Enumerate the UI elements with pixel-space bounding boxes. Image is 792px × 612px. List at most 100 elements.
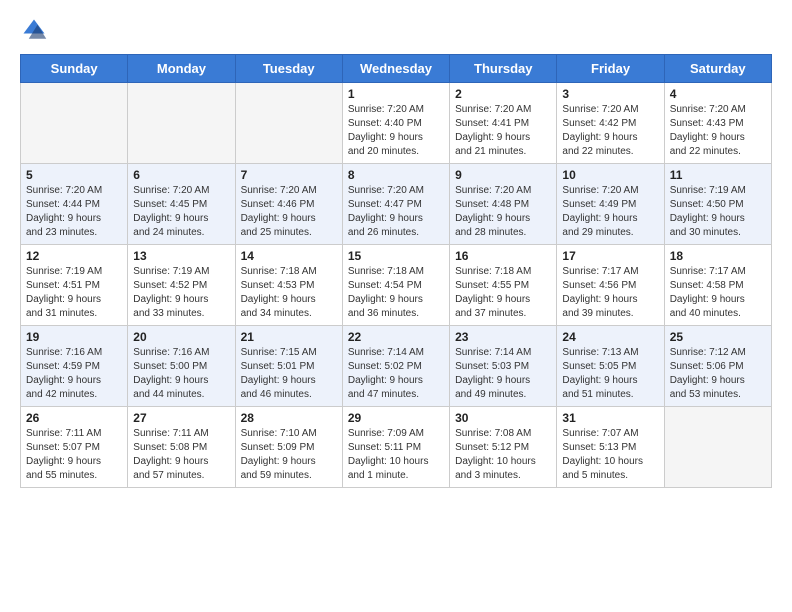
calendar-day-cell: 30 Sunrise: 7:08 AMSunset: 5:12 PMDayligh… xyxy=(450,407,557,488)
day-info: Sunrise: 7:20 AMSunset: 4:47 PMDaylight:… xyxy=(348,184,444,240)
day-info: Sunrise: 7:16 AMSunset: 4:59 PMDaylight:… xyxy=(26,346,122,402)
day-info: Sunrise: 7:20 AMSunset: 4:48 PMDaylight:… xyxy=(455,184,551,240)
calendar-day-cell: 9 Sunrise: 7:20 AMSunset: 4:48 PMDaylight… xyxy=(450,164,557,245)
day-number: 13 xyxy=(133,249,229,263)
calendar-weekday-header: Thursday xyxy=(450,55,557,83)
calendar-day-cell: 2 Sunrise: 7:20 AMSunset: 4:41 PMDaylight… xyxy=(450,83,557,164)
day-number: 23 xyxy=(455,330,551,344)
day-number: 3 xyxy=(562,87,658,101)
day-number: 25 xyxy=(670,330,766,344)
day-number: 14 xyxy=(241,249,337,263)
day-info: Sunrise: 7:19 AMSunset: 4:52 PMDaylight:… xyxy=(133,265,229,321)
calendar-day-cell: 26 Sunrise: 7:11 AMSunset: 5:07 PMDayligh… xyxy=(21,407,128,488)
calendar-day-cell xyxy=(128,83,235,164)
calendar-weekday-header: Friday xyxy=(557,55,664,83)
day-info: Sunrise: 7:17 AMSunset: 4:56 PMDaylight:… xyxy=(562,265,658,321)
day-info: Sunrise: 7:14 AMSunset: 5:02 PMDaylight:… xyxy=(348,346,444,402)
calendar-day-cell: 23 Sunrise: 7:14 AMSunset: 5:03 PMDayligh… xyxy=(450,326,557,407)
day-number: 21 xyxy=(241,330,337,344)
day-number: 24 xyxy=(562,330,658,344)
calendar-header-row: SundayMondayTuesdayWednesdayThursdayFrid… xyxy=(21,55,772,83)
day-number: 7 xyxy=(241,168,337,182)
calendar-day-cell: 1 Sunrise: 7:20 AMSunset: 4:40 PMDaylight… xyxy=(342,83,449,164)
calendar-day-cell: 13 Sunrise: 7:19 AMSunset: 4:52 PMDayligh… xyxy=(128,245,235,326)
calendar-day-cell xyxy=(235,83,342,164)
day-info: Sunrise: 7:18 AMSunset: 4:53 PMDaylight:… xyxy=(241,265,337,321)
day-number: 5 xyxy=(26,168,122,182)
day-info: Sunrise: 7:17 AMSunset: 4:58 PMDaylight:… xyxy=(670,265,766,321)
day-number: 18 xyxy=(670,249,766,263)
day-number: 28 xyxy=(241,411,337,425)
day-info: Sunrise: 7:20 AMSunset: 4:42 PMDaylight:… xyxy=(562,103,658,159)
day-number: 9 xyxy=(455,168,551,182)
calendar-weekday-header: Saturday xyxy=(664,55,771,83)
day-number: 26 xyxy=(26,411,122,425)
calendar-day-cell: 28 Sunrise: 7:10 AMSunset: 5:09 PMDayligh… xyxy=(235,407,342,488)
day-number: 12 xyxy=(26,249,122,263)
calendar-week-row: 12Sunrise: 7:19 AMSunset: 4:51 PMDayligh… xyxy=(21,245,772,326)
logo-icon xyxy=(20,16,48,44)
day-info: Sunrise: 7:18 AMSunset: 4:54 PMDaylight:… xyxy=(348,265,444,321)
day-info: Sunrise: 7:19 AMSunset: 4:50 PMDaylight:… xyxy=(670,184,766,240)
day-number: 15 xyxy=(348,249,444,263)
calendar-day-cell: 14 Sunrise: 7:18 AMSunset: 4:53 PMDayligh… xyxy=(235,245,342,326)
calendar-weekday-header: Wednesday xyxy=(342,55,449,83)
calendar-week-row: 5 Sunrise: 7:20 AMSunset: 4:44 PMDaylight… xyxy=(21,164,772,245)
day-info: Sunrise: 7:10 AMSunset: 5:09 PMDaylight:… xyxy=(241,427,337,483)
calendar-week-row: 19 Sunrise: 7:16 AMSunset: 4:59 PMDayligh… xyxy=(21,326,772,407)
calendar-weekday-header: Sunday xyxy=(21,55,128,83)
day-info: Sunrise: 7:08 AMSunset: 5:12 PMDaylight:… xyxy=(455,427,551,483)
day-info: Sunrise: 7:20 AMSunset: 4:44 PMDaylight:… xyxy=(26,184,122,240)
calendar-day-cell: 20 Sunrise: 7:16 AMSunset: 5:00 PMDayligh… xyxy=(128,326,235,407)
day-info: Sunrise: 7:20 AMSunset: 4:49 PMDaylight:… xyxy=(562,184,658,240)
calendar-day-cell xyxy=(664,407,771,488)
day-info: Sunrise: 7:09 AMSunset: 5:11 PMDaylight:… xyxy=(348,427,444,483)
calendar-day-cell: 27Sunrise: 7:11 AMSunset: 5:08 PMDayligh… xyxy=(128,407,235,488)
calendar-day-cell: 11 Sunrise: 7:19 AMSunset: 4:50 PMDayligh… xyxy=(664,164,771,245)
calendar-day-cell: 29 Sunrise: 7:09 AMSunset: 5:11 PMDayligh… xyxy=(342,407,449,488)
day-number: 16 xyxy=(455,249,551,263)
day-number: 8 xyxy=(348,168,444,182)
day-number: 19 xyxy=(26,330,122,344)
calendar-day-cell: 19 Sunrise: 7:16 AMSunset: 4:59 PMDayligh… xyxy=(21,326,128,407)
day-info: Sunrise: 7:14 AMSunset: 5:03 PMDaylight:… xyxy=(455,346,551,402)
day-info: Sunrise: 7:16 AMSunset: 5:00 PMDaylight:… xyxy=(133,346,229,402)
calendar-day-cell: 17 Sunrise: 7:17 AMSunset: 4:56 PMDayligh… xyxy=(557,245,664,326)
day-number: 29 xyxy=(348,411,444,425)
day-number: 30 xyxy=(455,411,551,425)
day-number: 17 xyxy=(562,249,658,263)
calendar-day-cell: 24Sunrise: 7:13 AMSunset: 5:05 PMDayligh… xyxy=(557,326,664,407)
calendar-week-row: 1 Sunrise: 7:20 AMSunset: 4:40 PMDaylight… xyxy=(21,83,772,164)
calendar-day-cell: 15 Sunrise: 7:18 AMSunset: 4:54 PMDayligh… xyxy=(342,245,449,326)
calendar-day-cell: 12Sunrise: 7:19 AMSunset: 4:51 PMDayligh… xyxy=(21,245,128,326)
day-info: Sunrise: 7:07 AMSunset: 5:13 PMDaylight:… xyxy=(562,427,658,483)
calendar-day-cell: 6Sunrise: 7:20 AMSunset: 4:45 PMDaylight… xyxy=(128,164,235,245)
calendar-day-cell: 22Sunrise: 7:14 AMSunset: 5:02 PMDayligh… xyxy=(342,326,449,407)
calendar-day-cell: 18 Sunrise: 7:17 AMSunset: 4:58 PMDayligh… xyxy=(664,245,771,326)
calendar-day-cell: 8 Sunrise: 7:20 AMSunset: 4:47 PMDaylight… xyxy=(342,164,449,245)
day-info: Sunrise: 7:20 AMSunset: 4:43 PMDaylight:… xyxy=(670,103,766,159)
calendar-day-cell: 5 Sunrise: 7:20 AMSunset: 4:44 PMDaylight… xyxy=(21,164,128,245)
day-info: Sunrise: 7:11 AMSunset: 5:08 PMDaylight:… xyxy=(133,427,229,483)
day-number: 1 xyxy=(348,87,444,101)
calendar-day-cell: 21 Sunrise: 7:15 AMSunset: 5:01 PMDayligh… xyxy=(235,326,342,407)
day-number: 11 xyxy=(670,168,766,182)
day-info: Sunrise: 7:20 AMSunset: 4:46 PMDaylight:… xyxy=(241,184,337,240)
calendar-day-cell: 10 Sunrise: 7:20 AMSunset: 4:49 PMDayligh… xyxy=(557,164,664,245)
calendar-day-cell: 16 Sunrise: 7:18 AMSunset: 4:55 PMDayligh… xyxy=(450,245,557,326)
calendar-weekday-header: Monday xyxy=(128,55,235,83)
calendar-day-cell: 4Sunrise: 7:20 AMSunset: 4:43 PMDaylight… xyxy=(664,83,771,164)
day-number: 20 xyxy=(133,330,229,344)
day-info: Sunrise: 7:12 AMSunset: 5:06 PMDaylight:… xyxy=(670,346,766,402)
day-info: Sunrise: 7:15 AMSunset: 5:01 PMDaylight:… xyxy=(241,346,337,402)
calendar-day-cell xyxy=(21,83,128,164)
day-info: Sunrise: 7:20 AMSunset: 4:41 PMDaylight:… xyxy=(455,103,551,159)
day-info: Sunrise: 7:11 AMSunset: 5:07 PMDaylight:… xyxy=(26,427,122,483)
page: SundayMondayTuesdayWednesdayThursdayFrid… xyxy=(0,0,792,504)
day-number: 31 xyxy=(562,411,658,425)
day-info: Sunrise: 7:18 AMSunset: 4:55 PMDaylight:… xyxy=(455,265,551,321)
day-number: 10 xyxy=(562,168,658,182)
day-number: 2 xyxy=(455,87,551,101)
logo xyxy=(20,16,52,44)
day-info: Sunrise: 7:20 AMSunset: 4:40 PMDaylight:… xyxy=(348,103,444,159)
